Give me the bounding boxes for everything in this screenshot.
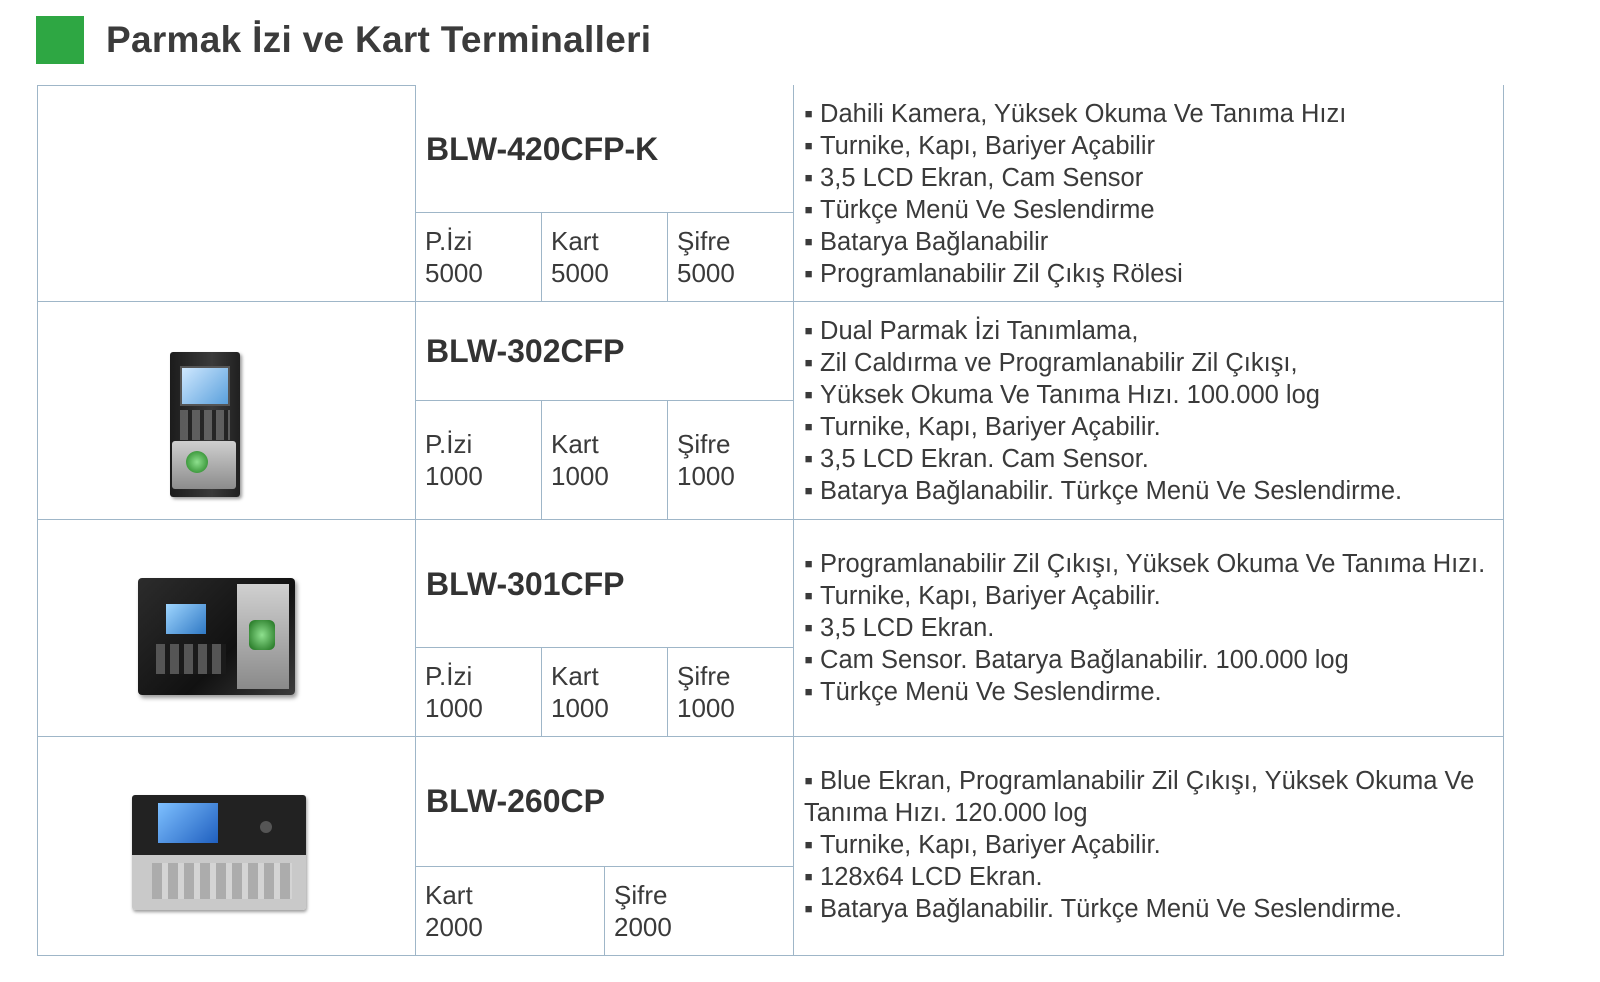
card-terminal-image <box>132 795 306 910</box>
device-card-reader-icon <box>260 821 272 833</box>
product-info-cell: BLW-301CFP P.İzi 1000 Kart 1000 Şifre 1000 <box>416 520 794 736</box>
product-image-cell <box>38 85 416 301</box>
model-name: BLW-260CP <box>426 783 605 819</box>
spec-label: P.İzi <box>425 429 473 459</box>
features-cell: Dual Parmak İzi Tanımlama, Zil Caldırma … <box>794 302 1503 519</box>
spec-value: 1000 <box>425 693 483 723</box>
feature-item: 3,5 LCD Ekran, Cam Sensor <box>804 162 1503 194</box>
feature-item: Türkçe Menü Ve Seslendirme <box>804 194 1503 226</box>
product-table: BLW-420CFP-K P.İzi 5000 Kart 5000 Şifre 500… <box>37 85 1504 956</box>
device-keypad <box>156 644 226 674</box>
catalog-page: Parmak İzi ve Kart Terminalleri BLW-420C… <box>0 0 1600 982</box>
spec-label: Kart <box>551 226 599 256</box>
capacity-specs: P.İzi 1000 Kart 1000 Şifre 1000 <box>416 400 793 519</box>
spec-label: Şifre <box>677 429 731 459</box>
spec-value: 1000 <box>551 461 609 491</box>
product-info-cell: BLW-302CFP P.İzi 1000 Kart 1000 Şifre 1000 <box>416 302 794 519</box>
feature-item: Batarya Bağlanabilir <box>804 226 1503 258</box>
product-image-cell <box>38 520 416 736</box>
feature-item: Programlanabilir Zil Çıkış Rölesi <box>804 258 1503 290</box>
fingerprint-sensor-icon <box>186 451 208 473</box>
spec-label: P.İzi <box>425 661 473 691</box>
feature-list: Blue Ekran, Programlanabilir Zil Çıkışı,… <box>804 765 1503 925</box>
product-image-cell <box>38 302 416 519</box>
spec-value: 5000 <box>677 258 735 288</box>
feature-item: 3,5 LCD Ekran. <box>804 612 1503 644</box>
product-row-blw-301cfp: BLW-301CFP P.İzi 1000 Kart 1000 Şifre 1000 … <box>38 520 1503 737</box>
feature-item: Turnike, Kapı, Bariyer Açabilir. <box>804 829 1503 861</box>
model-name: BLW-301CFP <box>426 566 625 602</box>
spec-value: 1000 <box>677 461 735 491</box>
spec-password: Şifre 1000 <box>668 648 793 736</box>
spec-card: Kart 1000 <box>542 648 668 736</box>
feature-item: Programlanabilir Zil Çıkışı, Yüksek Okum… <box>804 548 1503 580</box>
feature-list: Dahili Kamera, Yüksek Okuma Ve Tanıma Hı… <box>804 98 1503 290</box>
feature-item: Dahili Kamera, Yüksek Okuma Ve Tanıma Hı… <box>804 98 1503 130</box>
feature-item: Batarya Bağlanabilir. Türkçe Menü Ve Ses… <box>804 475 1503 507</box>
device-screen <box>180 366 230 406</box>
page-title: Parmak İzi ve Kart Terminalleri <box>106 19 652 60</box>
device-sensor-panel <box>172 441 236 489</box>
spec-label: P.İzi <box>425 226 473 256</box>
product-image-cell <box>38 737 416 955</box>
device-keypad <box>180 410 230 440</box>
feature-item: Yüksek Okuma Ve Tanıma Hızı. 100.000 log <box>804 379 1503 411</box>
device-screen <box>166 604 206 634</box>
feature-item: Cam Sensor. Batarya Bağlanabilir. 100.00… <box>804 644 1503 676</box>
fingerprint-terminal-image <box>138 578 295 695</box>
features-cell: Blue Ekran, Programlanabilir Zil Çıkışı,… <box>794 737 1503 955</box>
model-name: BLW-302CFP <box>426 333 625 369</box>
feature-item: Blue Ekran, Programlanabilir Zil Çıkışı,… <box>804 765 1524 829</box>
spec-label: Kart <box>551 661 599 691</box>
spec-card: Kart 5000 <box>542 213 668 301</box>
spec-password: Şifre 1000 <box>668 401 793 519</box>
feature-item: Turnike, Kapı, Bariyer Açabilir. <box>804 411 1503 443</box>
feature-list: Dual Parmak İzi Tanımlama, Zil Caldırma … <box>804 315 1503 507</box>
spec-fingerprint: P.İzi 5000 <box>416 213 542 301</box>
spec-value: 2000 <box>425 912 483 942</box>
spec-label: Şifre <box>614 880 668 910</box>
spec-value: 1000 <box>425 461 483 491</box>
section-color-marker <box>36 16 84 64</box>
spec-value: 5000 <box>425 258 483 288</box>
spec-value: 1000 <box>677 693 735 723</box>
feature-list: Programlanabilir Zil Çıkışı, Yüksek Okum… <box>804 548 1503 708</box>
feature-item: Turnike, Kapı, Bariyer Açabilir <box>804 130 1503 162</box>
spec-password: Şifre 5000 <box>668 213 793 301</box>
spec-password: Şifre 2000 <box>605 867 793 955</box>
spec-value: 1000 <box>551 693 609 723</box>
spec-value: 2000 <box>614 912 672 942</box>
spec-value: 5000 <box>551 258 609 288</box>
product-row-blw-260cp: BLW-260CP Kart2000 Şifre2000 Blue Ekran,… <box>38 737 1503 955</box>
fingerprint-sensor-icon <box>249 620 275 650</box>
spec-label: Kart <box>551 429 599 459</box>
features-cell: Dahili Kamera, Yüksek Okuma Ve Tanıma Hı… <box>794 85 1503 301</box>
feature-item: Zil Caldırma ve Programlanabilir Zil Çık… <box>804 347 1503 379</box>
spec-label: Şifre <box>677 661 731 691</box>
model-name: BLW-420CFP-K <box>426 131 659 167</box>
features-cell: Programlanabilir Zil Çıkışı, Yüksek Okum… <box>794 520 1503 736</box>
fingerprint-terminal-image <box>170 352 240 497</box>
feature-item: Turnike, Kapı, Bariyer Açabilir. <box>804 580 1503 612</box>
capacity-specs: P.İzi 1000 Kart 1000 Şifre 1000 <box>416 647 793 736</box>
device-screen <box>158 803 218 843</box>
spec-label: Şifre <box>677 226 731 256</box>
spec-card: Kart 1000 <box>542 401 668 519</box>
product-row-blw-420cfp-k: BLW-420CFP-K P.İzi 5000 Kart 5000 Şifre 500… <box>38 85 1503 302</box>
device-keypad <box>152 863 292 899</box>
spec-card: Kart 2000 <box>416 867 605 955</box>
feature-item: 128x64 LCD Ekran. <box>804 861 1503 893</box>
spec-fingerprint: P.İzi 1000 <box>416 648 542 736</box>
spec-fingerprint: P.İzi 1000 <box>416 401 542 519</box>
feature-item: 3,5 LCD Ekran. Cam Sensor. <box>804 443 1503 475</box>
product-info-cell: BLW-260CP Kart 2000 Şifre 2000 <box>416 737 794 955</box>
capacity-specs: P.İzi 5000 Kart 5000 Şifre 5000 <box>416 212 793 301</box>
feature-item: Dual Parmak İzi Tanımlama, <box>804 315 1503 347</box>
feature-item: Batarya Bağlanabilir. Türkçe Menü Ve Ses… <box>804 893 1503 925</box>
capacity-specs: Kart 2000 Şifre 2000 <box>416 866 793 955</box>
feature-item: Türkçe Menü Ve Seslendirme. <box>804 676 1503 708</box>
product-info-cell: BLW-420CFP-K P.İzi 5000 Kart 5000 Şifre 500… <box>416 85 794 301</box>
spec-label: Kart <box>425 880 473 910</box>
product-row-blw-302cfp: BLW-302CFP P.İzi 1000 Kart 1000 Şifre 1000 … <box>38 302 1503 520</box>
